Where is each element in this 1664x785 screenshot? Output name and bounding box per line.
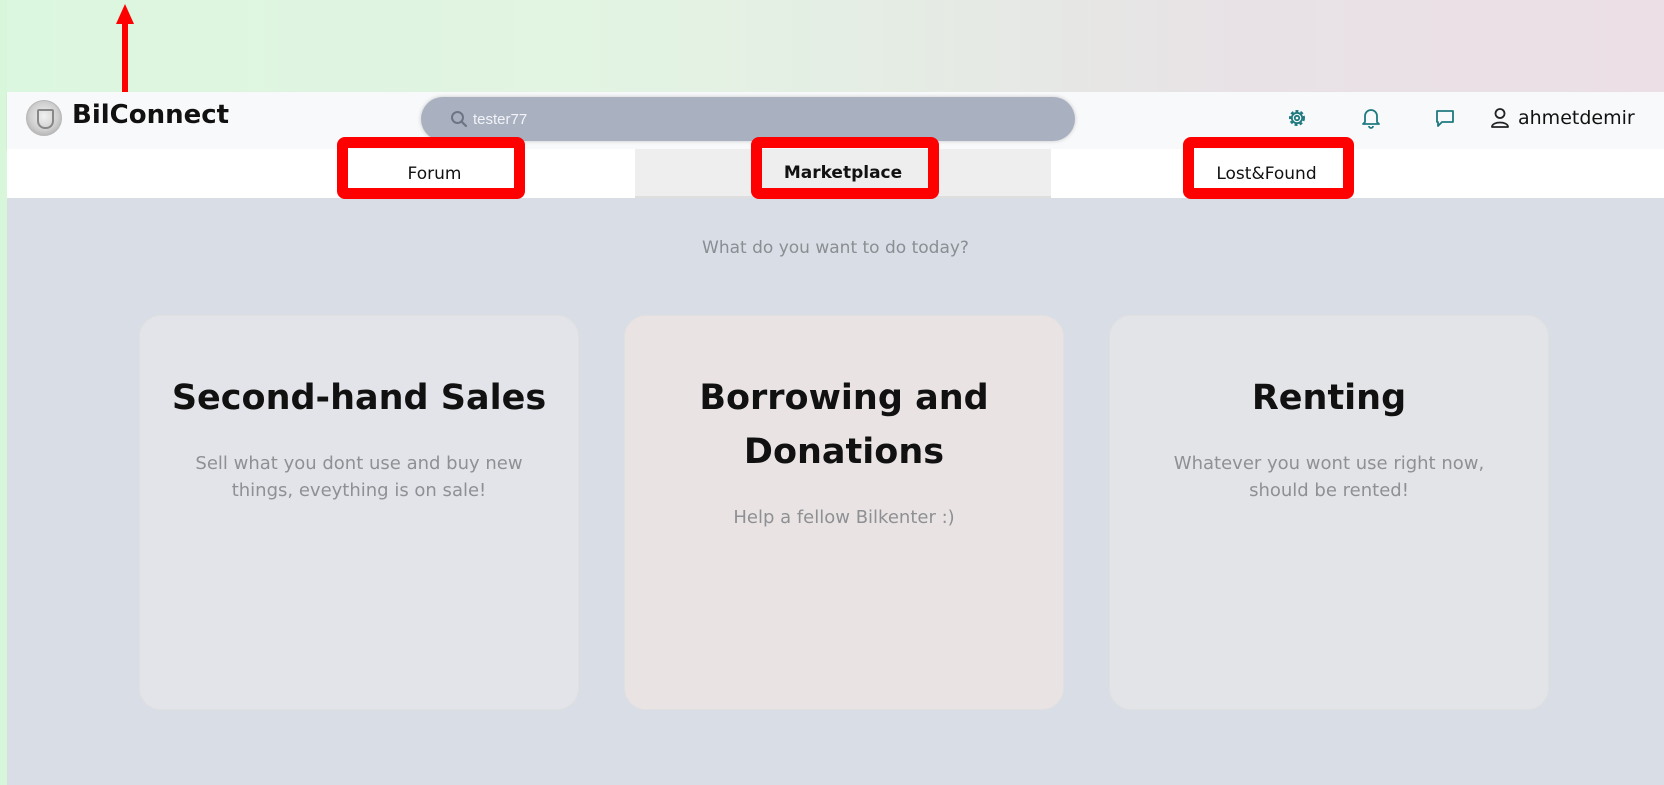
tab-forum[interactable]: Forum [227,149,642,198]
left-edge-strip [0,0,7,785]
card-description: Whatever you wont use right now, should … [1173,453,1485,501]
top-navbar: BilConnect tester77 ahmetdemir [7,92,1664,149]
annotation-up-arrow-icon [116,4,134,94]
tab-lost-and-found[interactable]: Lost&Found [1059,149,1474,198]
page-prompt: What do you want to do today? [702,238,969,258]
user-icon [1491,108,1509,128]
search-input[interactable] [473,109,1053,129]
card-description: Help a fellow Bilkenter :) [733,507,955,528]
search-icon [451,111,468,128]
card-description: Sell what you dont use and buy new thing… [195,453,523,501]
settings-gear-icon[interactable] [1285,106,1309,130]
username-label: ahmetdemir [1518,107,1635,129]
card-title: Borrowing and Donations [699,378,989,472]
user-menu[interactable]: ahmetdemir [1490,105,1635,131]
app-window: BilConnect tester77 ahmetdemir Forum Mar… [7,92,1664,785]
tab-marketplace[interactable]: Marketplace [635,149,1051,198]
card-borrowing-and-donations[interactable]: Borrowing and Donations Help a fellow Bi… [624,315,1064,710]
card-second-hand-sales[interactable]: Second-hand Sales Sell what you dont use… [139,315,579,710]
app-title[interactable]: BilConnect [72,100,229,130]
tab-bar: Forum Marketplace Lost&Found [7,149,1664,198]
search-bar[interactable] [421,97,1075,141]
bell-icon[interactable] [1359,106,1383,130]
card-title: Renting [1251,378,1407,418]
card-title: Second-hand Sales [171,378,547,418]
logo-icon[interactable] [26,100,62,136]
chat-icon[interactable] [1433,106,1457,130]
card-renting[interactable]: Renting Whatever you wont use right now,… [1109,315,1549,710]
